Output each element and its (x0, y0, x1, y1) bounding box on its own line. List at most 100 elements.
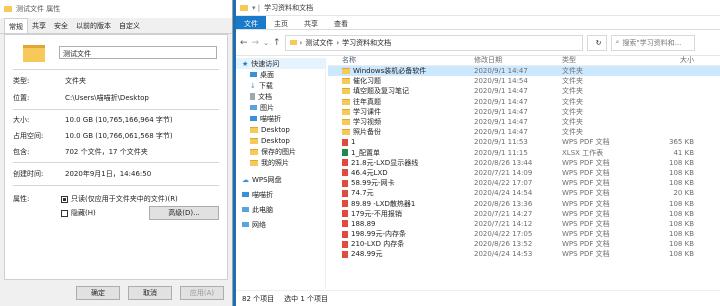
breadcrumb-item[interactable]: 学习资料和文档 (342, 38, 391, 48)
hidden-checkbox[interactable]: 隐藏(H) (61, 208, 96, 218)
file-name: 179元-不用报销 (328, 209, 474, 219)
nav-item-quick-access[interactable]: ★ 快速访问 (236, 58, 325, 69)
table-row[interactable]: 179元-不用报销 2020/7/21 14:27 WPS PDF 文档 108 KB (328, 209, 720, 219)
file-date: 2020/4/24 14:54 (474, 189, 533, 198)
tab-file[interactable]: 文件 (236, 16, 266, 29)
back-arrow-icon[interactable]: ← (240, 38, 248, 48)
file-type: WPS PDF 文档 (562, 138, 610, 147)
tab-general[interactable]: 常规 (4, 18, 28, 33)
folder-icon (289, 40, 297, 45)
nav-item-saved-pictures[interactable]: 保存的图片 (236, 146, 325, 157)
file-name: 188.89 (328, 220, 474, 228)
tab-previous-versions[interactable]: 以前的版本 (72, 18, 115, 33)
tab-share[interactable]: 共享 (296, 16, 326, 29)
table-row[interactable]: 往年真题 2020/9/1 14:47 文件夹 (328, 97, 720, 107)
nav-item-downloads[interactable]: ↓ 下载 (236, 80, 325, 91)
nav-item-this-pc[interactable]: 此电脑 (236, 204, 325, 215)
table-row[interactable]: 89.89 -LXD散热器1 2020/8/26 13:36 WPS PDF 文档 1… (328, 198, 720, 208)
folder-icon (342, 88, 350, 95)
folder-icon (240, 4, 248, 11)
file-rows: Windows装机必备软件 2020/9/1 14:47 文件夹 催化习题 2020/9… (328, 66, 720, 260)
file-name: Windows装机必备软件 (328, 66, 474, 76)
file-size: 108 KB (669, 230, 694, 239)
table-row[interactable]: 照片备份 2020/9/1 14:47 文件夹 (328, 127, 720, 137)
table-row[interactable]: 210-LXD 内存条 2020/8/26 13:52 WPS PDF 文档 108 … (328, 239, 720, 249)
file-name: 催化习题 (328, 76, 474, 86)
up-arrow-icon[interactable]: ↑ (273, 38, 281, 48)
table-row[interactable]: 学习视频 2020/9/1 14:47 文件夹 (328, 117, 720, 127)
table-row[interactable]: 46.4元LXD 2020/7/21 14:09 WPS PDF 文档 108 KB (328, 168, 720, 178)
tab-sharing[interactable]: 共享 (28, 18, 50, 33)
readonly-checkbox[interactable]: 只读(仅应用于文件夹中的文件)(R) (61, 194, 178, 204)
table-row[interactable]: 74.7元 2020/4/24 14:54 WPS PDF 文档 20 KB (328, 188, 720, 198)
nav-item-desktop-1[interactable]: Desktop (236, 124, 325, 135)
column-header-name[interactable]: 名称 (328, 55, 474, 65)
table-row[interactable]: 学习课件 2020/9/1 14:47 文件夹 (328, 107, 720, 117)
nav-item-user-2[interactable]: 喵喵折 (236, 189, 325, 200)
checkbox-indeterminate-icon (61, 195, 68, 203)
user-icon (250, 116, 257, 121)
tab-security[interactable]: 安全 (50, 18, 72, 33)
divider (13, 185, 219, 186)
file-date: 2020/9/1 14:47 (474, 107, 528, 116)
tab-home[interactable]: 主页 (266, 16, 296, 29)
table-row[interactable]: 1_配置单 2020/9/1 11:15 XLSX 工作表 41 KB (328, 148, 720, 158)
table-row[interactable]: 21.8元-LXD显示器线 2020/8/26 13:44 WPS PDF 文档 10… (328, 158, 720, 168)
table-row[interactable]: 58.99元-网卡 2020/4/22 17:07 WPS PDF 文档 108 KB (328, 178, 720, 188)
advanced-button[interactable]: 高级(D)... (149, 206, 219, 220)
file-type: 文件夹 (562, 97, 583, 106)
folder-icon (342, 68, 350, 75)
star-icon: ★ (242, 59, 249, 68)
column-header-type[interactable]: 类型 (562, 55, 636, 65)
cloud-icon: ☁ (242, 175, 249, 184)
file-date: 2020/9/1 14:47 (474, 87, 528, 96)
refresh-button[interactable]: ↻ (586, 34, 607, 51)
divider (13, 109, 219, 110)
user-icon (242, 192, 249, 197)
tab-customize[interactable]: 自定义 (115, 18, 144, 33)
nav-item-user[interactable]: 喵喵折 (236, 113, 325, 124)
table-row[interactable]: 填空题及复习笔记 2020/9/1 14:47 文件夹 (328, 86, 720, 96)
cancel-button[interactable]: 取消 (128, 286, 172, 300)
file-size: 108 KB (669, 199, 694, 208)
table-row[interactable]: 248.99元 2020/4/24 14:53 WPS PDF 文档 108 KB (328, 249, 720, 259)
tab-view[interactable]: 查看 (326, 16, 356, 29)
navigation-pane: ★ 快速访问 桌面 ↓ 下载 文档 图片 喵喵折 Desktop Desktop 保… (236, 58, 326, 288)
column-header-size[interactable]: 大小 (636, 55, 694, 65)
column-header-row: 名称 修改日期 类型 大小 (328, 54, 720, 66)
file-name: 1_配置单 (328, 148, 474, 158)
nav-item-pictures[interactable]: 图片 (236, 102, 325, 113)
search-input[interactable]: ⌕ 搜索"学习资料和... (610, 34, 695, 51)
file-date: 2020/9/1 14:54 (474, 77, 528, 86)
nav-item-network[interactable]: 网络 (236, 219, 325, 230)
table-row[interactable]: 188.89 2020/7/21 14:12 WPS PDF 文档 108 KB (328, 219, 720, 229)
nav-item-desktop-2[interactable]: Desktop (236, 135, 325, 146)
table-row[interactable]: 198.99元-内存条 2020/4/22 17:05 WPS PDF 文档 108 … (328, 229, 720, 239)
breadcrumb-item[interactable]: 测试文件 (305, 38, 333, 48)
forward-arrow-icon[interactable]: → (252, 38, 260, 48)
nav-item-my-photos[interactable]: 我的照片 (236, 157, 325, 168)
table-row[interactable]: Windows装机必备软件 2020/9/1 14:47 文件夹 (328, 66, 720, 77)
explorer-title-bar: ▾ | 学习资料和文档 (236, 0, 720, 16)
picture-icon (250, 105, 257, 110)
nav-item-desktop[interactable]: 桌面 (236, 69, 325, 80)
table-row[interactable]: 1 2020/9/1 11:53 WPS PDF 文档 365 KB (328, 137, 720, 147)
file-name: 学习视频 (328, 117, 474, 127)
file-name: 照片备份 (328, 127, 474, 137)
quick-access-toolbar-icon[interactable]: ▾ | (252, 4, 260, 12)
nav-item-wps-cloud[interactable]: ☁ WPS网盘 (236, 174, 325, 185)
item-count: 82 个项目 (242, 294, 275, 303)
address-bar[interactable]: › 测试文件 › 学习资料和文档 (284, 34, 583, 51)
column-header-date[interactable]: 修改日期 (474, 55, 562, 65)
file-size: 41 KB (673, 148, 694, 157)
apply-button[interactable]: 应用(A) (180, 286, 224, 300)
nav-item-documents[interactable]: 文档 (236, 91, 325, 102)
file-type: WPS PDF 文档 (562, 219, 610, 228)
name-field[interactable]: 测试文件 (59, 46, 217, 59)
file-type: WPS PDF 文档 (562, 179, 610, 188)
folder-icon (342, 129, 350, 136)
table-row[interactable]: 催化习题 2020/9/1 14:54 文件夹 (328, 76, 720, 86)
folder-icon (250, 126, 258, 133)
chevron-down-icon[interactable]: ⌄ (263, 39, 269, 47)
ok-button[interactable]: 确定 (76, 286, 120, 300)
